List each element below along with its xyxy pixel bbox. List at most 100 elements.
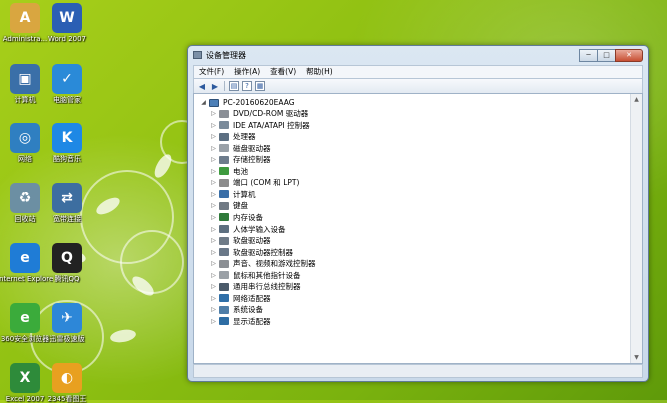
tree-root[interactable]: ◢ PC-20160620EAAG <box>200 97 295 108</box>
recycle-bin-icon: ♻ <box>10 183 40 213</box>
desktop-icon[interactable]: W Word 2007 <box>39 3 95 43</box>
tree-item[interactable]: ▷ 网络适配器 <box>210 293 271 304</box>
tree-item[interactable]: ▷ 内存设备 <box>210 212 263 223</box>
tree-item-label: 电池 <box>233 166 248 176</box>
device-manager-window[interactable]: 设备管理器 ─ □ ✕ 文件(F) 操作(A) 查看(V) 帮助(H) ◀ ▶ … <box>187 45 649 382</box>
tree-item[interactable]: ▷ IDE ATA/ATAPI 控制器 <box>210 120 309 131</box>
dvd-drive-icon <box>219 109 229 118</box>
broadband-icon: ⇄ <box>52 183 82 213</box>
desktop-icon[interactable]: ✈ 迅雷极速版 <box>39 303 95 343</box>
status-bar <box>193 364 643 378</box>
expand-icon[interactable]: ▷ <box>210 226 217 233</box>
tree-item-label: 软盘驱动器 <box>233 236 271 246</box>
tree-item[interactable]: ▷ 处理器 <box>210 131 256 142</box>
browser-360-icon: e <box>10 303 40 333</box>
menu-help[interactable]: 帮助(H) <box>301 66 338 78</box>
desktop-icon[interactable]: ✓ 电脑管家 <box>39 64 95 104</box>
tree-item-label: 内存设备 <box>233 212 263 222</box>
scroll-down-icon[interactable]: ▼ <box>632 353 641 362</box>
kugou-icon: K <box>52 123 82 153</box>
window-title: 设备管理器 <box>206 51 246 60</box>
port-icon <box>219 178 229 187</box>
tree-item[interactable]: ▷ 声音、视频和游戏控制器 <box>210 258 315 269</box>
system-device-icon <box>219 305 229 314</box>
expand-icon[interactable]: ▷ <box>210 306 217 313</box>
vertical-scrollbar[interactable]: ▲ ▼ <box>630 94 642 363</box>
ie-icon: e <box>10 243 40 273</box>
properties-icon[interactable]: ▦ <box>255 81 265 91</box>
desktop-icon-label: Word 2007 <box>47 35 87 43</box>
expand-icon[interactable]: ▷ <box>210 191 217 198</box>
tree-item-label: 网络适配器 <box>233 293 271 303</box>
user-folder-icon: A <box>10 3 40 33</box>
expand-icon[interactable]: ▷ <box>210 145 217 152</box>
tree-item-label: 处理器 <box>233 132 256 142</box>
wallpaper-leaf <box>109 327 137 345</box>
expand-icon[interactable]: ▷ <box>210 260 217 267</box>
forward-icon[interactable]: ▶ <box>210 82 220 91</box>
memory-icon <box>219 213 229 222</box>
floppy-controller-icon <box>219 248 229 257</box>
computer-icon: ▣ <box>10 64 40 94</box>
qq-icon: Q <box>52 243 82 273</box>
expand-icon[interactable]: ▷ <box>210 272 217 279</box>
tree-item[interactable]: ▷ 磁盘驱动器 <box>210 143 270 154</box>
tree-item[interactable]: ▷ DVD/CD-ROM 驱动器 <box>210 108 308 119</box>
expand-icon[interactable]: ▷ <box>210 202 217 209</box>
expand-icon[interactable]: ▷ <box>210 318 217 325</box>
expand-icon[interactable]: ▷ <box>210 295 217 302</box>
toolbar: ◀ ▶ ▤ ? ▦ <box>193 78 643 94</box>
maximize-button[interactable]: □ <box>597 49 616 62</box>
tree-item[interactable]: ▷ 软盘驱动器 <box>210 235 271 246</box>
desktop-icon[interactable]: ◐ 2345看图王 <box>39 363 95 403</box>
root-label: PC-20160620EAAG <box>223 98 295 107</box>
title-bar[interactable]: 设备管理器 ─ □ ✕ <box>188 46 648 64</box>
minimize-button[interactable]: ─ <box>579 49 598 62</box>
tree-item[interactable]: ▷ 显示适配器 <box>210 316 270 327</box>
tree-item-label: 键盘 <box>233 201 248 211</box>
tree-item[interactable]: ▷ 鼠标和其他指针设备 <box>210 270 300 281</box>
tree-item[interactable]: ▷ 通用串行总线控制器 <box>210 281 300 292</box>
expand-icon[interactable]: ▷ <box>210 283 217 290</box>
menu-file[interactable]: 文件(F) <box>194 66 229 78</box>
toolbar-separator <box>224 81 225 91</box>
tree-item-label: 计算机 <box>233 189 256 199</box>
view-icon[interactable]: ▤ <box>229 81 239 91</box>
tree-item[interactable]: ▷ 键盘 <box>210 200 248 211</box>
tree-item[interactable]: ▷ 软盘驱动器控制器 <box>210 247 293 258</box>
mouse-icon <box>219 271 229 280</box>
help-icon[interactable]: ? <box>242 81 252 91</box>
back-icon[interactable]: ◀ <box>197 82 207 91</box>
desktop-icon[interactable]: ⇄ 宽带连接 <box>39 183 95 223</box>
shield-icon: ✓ <box>52 64 82 94</box>
expand-icon[interactable]: ▷ <box>210 122 217 129</box>
tree-item[interactable]: ▷ 计算机 <box>210 189 256 200</box>
expand-icon[interactable]: ▷ <box>210 237 217 244</box>
menu-view[interactable]: 查看(V) <box>265 66 301 78</box>
menu-bar: 文件(F) 操作(A) 查看(V) 帮助(H) <box>193 65 643 79</box>
tree-item[interactable]: ▷ 人体学输入设备 <box>210 224 285 235</box>
menu-action[interactable]: 操作(A) <box>229 66 265 78</box>
expand-icon[interactable]: ▷ <box>210 156 217 163</box>
tree-item[interactable]: ▷ 系统设备 <box>210 304 263 315</box>
expand-icon[interactable]: ▷ <box>210 214 217 221</box>
close-button[interactable]: ✕ <box>615 49 643 62</box>
tree-item[interactable]: ▷ 端口 (COM 和 LPT) <box>210 177 299 188</box>
ide-controller-icon <box>219 121 229 130</box>
collapse-icon[interactable]: ◢ <box>200 99 207 106</box>
device-tree-panel[interactable]: ◢ PC-20160620EAAG ▷ DVD/CD-ROM 驱动器 ▷ IDE AT… <box>193 93 643 364</box>
expand-icon[interactable]: ▷ <box>210 110 217 117</box>
expand-icon[interactable]: ▷ <box>210 179 217 186</box>
expand-icon[interactable]: ▷ <box>210 133 217 140</box>
tree-item[interactable]: ▷ 电池 <box>210 166 248 177</box>
desktop-icon[interactable]: K 酷狗音乐 <box>39 123 95 163</box>
tree-item-label: DVD/CD-ROM 驱动器 <box>233 109 309 118</box>
scroll-up-icon[interactable]: ▲ <box>632 95 641 104</box>
desktop-icon-label: 酷狗音乐 <box>53 155 81 163</box>
desktop-icon[interactable]: Q 腾讯QQ <box>39 243 95 283</box>
tree-item[interactable]: ▷ 存储控制器 <box>210 154 270 165</box>
tree-item-label: 软盘驱动器控制器 <box>233 247 293 257</box>
storage-controller-icon <box>219 155 229 164</box>
expand-icon[interactable]: ▷ <box>210 168 217 175</box>
expand-icon[interactable]: ▷ <box>210 249 217 256</box>
